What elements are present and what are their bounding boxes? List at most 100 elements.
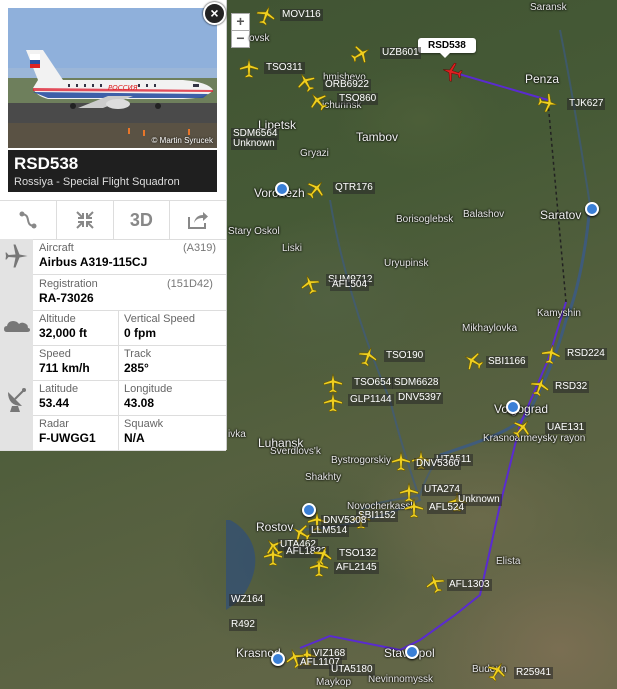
fullscreen-button[interactable]	[57, 201, 114, 239]
place-label: Tambov	[356, 130, 399, 144]
aircraft-marker-icon[interactable]	[511, 417, 533, 439]
aircraft-marker-icon[interactable]	[299, 273, 321, 295]
flight-label[interactable]: WZ164	[229, 594, 266, 606]
flight-label[interactable]: AFL2145	[334, 562, 379, 574]
place-label: Mikhaylovka	[462, 323, 518, 334]
squawk-value: N/A	[124, 431, 145, 445]
aircraft-marker-icon[interactable]	[403, 497, 425, 519]
aircraft-marker-icon[interactable]	[238, 57, 260, 79]
flight-label[interactable]: TSO190	[384, 350, 426, 362]
place-label: ivka	[228, 429, 246, 440]
3d-view-button[interactable]: 3D	[114, 201, 171, 239]
speed-label: Speed	[39, 348, 71, 360]
share-button[interactable]	[170, 201, 226, 239]
place-label: Borisoglebsk	[396, 214, 454, 225]
flight-label[interactable]: DNV5360	[414, 458, 462, 470]
aircraft-marker-icon[interactable]	[350, 43, 372, 65]
aircraft-row: Aircraft Airbus A319-115CJ (A319)	[0, 239, 226, 311]
place-label: Stary Oskol	[228, 226, 280, 237]
route-icon	[19, 211, 37, 229]
flight-label[interactable]: ORB6922	[323, 79, 371, 91]
place-label: Gryazi	[300, 148, 329, 159]
airport-pin[interactable]	[585, 202, 599, 216]
callsign: RSD538	[14, 154, 79, 173]
radar-dish-icon	[8, 388, 26, 412]
flight-label[interactable]: RSD32	[553, 381, 590, 393]
place-label: Elista	[496, 556, 521, 567]
airport-pin[interactable]	[275, 182, 289, 196]
flight-label[interactable]: UZB601	[380, 47, 421, 59]
aircraft-marker-icon[interactable]	[357, 345, 379, 367]
aircraft-marker-icon[interactable]	[540, 343, 562, 365]
squawk-label: Squawk	[124, 418, 164, 430]
aircraft-marker-icon[interactable]	[424, 572, 446, 594]
aircraft-marker-icon[interactable]	[486, 660, 508, 682]
airline-name: Rossiya - Special Flight Squadron	[14, 176, 180, 188]
longitude-value: 43.08	[124, 396, 155, 410]
flight-label[interactable]: QTR176	[333, 182, 375, 194]
route-button[interactable]	[0, 201, 57, 239]
flight-label[interactable]: TSO654	[352, 377, 394, 389]
registration-code: (151D42)	[167, 278, 213, 290]
aircraft-marker-icon[interactable]	[308, 556, 330, 578]
flight-label[interactable]: R25941	[514, 667, 554, 679]
aircraft-marker-icon[interactable]	[529, 375, 551, 397]
flight-label[interactable]: RSD224	[565, 348, 607, 360]
place-label: Sverdlovs'k	[270, 446, 321, 457]
flight-label[interactable]: UTA5180	[329, 664, 375, 676]
aircraft-marker-icon[interactable]	[305, 178, 327, 200]
latitude-value: 53.44	[39, 396, 70, 410]
aircraft-photo: POCCИЯ © Martin Syrucek	[8, 8, 217, 148]
flight-label[interactable]: Unknown	[231, 138, 277, 150]
flight-label[interactable]: UAE131	[545, 422, 587, 434]
aircraft-marker-icon[interactable]	[307, 90, 329, 112]
selected-plane-icon[interactable]	[441, 61, 463, 83]
longitude-label: Longitude	[124, 383, 173, 395]
place-label: Saratov	[540, 208, 582, 222]
3d-label: 3D	[129, 209, 153, 230]
flight-label[interactable]: LLM514	[309, 525, 350, 537]
flight-label[interactable]: DNV5397	[396, 392, 444, 404]
aircraft-marker-icon[interactable]	[255, 4, 277, 26]
flight-label[interactable]: AFL524	[427, 502, 467, 514]
aircraft-marker-icon[interactable]	[262, 545, 284, 567]
place-label: Maykop	[316, 677, 352, 688]
aircraft-marker-icon[interactable]	[322, 391, 344, 413]
zoom-out-button[interactable]: −	[231, 30, 250, 48]
radar-value: F-UWGG1	[39, 431, 96, 445]
flight-label[interactable]: TSO132	[337, 548, 379, 560]
flight-label[interactable]: TJK627	[567, 98, 606, 110]
airport-pin[interactable]	[271, 652, 285, 666]
place-label: Nevinnomyssk	[368, 674, 434, 685]
close-button[interactable]: ×	[203, 2, 226, 25]
place-label: Volgograd	[494, 402, 549, 416]
speed-row: Speed 711 km/h Track 285°	[0, 345, 226, 381]
flight-label[interactable]: SDM6628	[392, 377, 441, 389]
airport-pin[interactable]	[405, 645, 419, 659]
flight-label[interactable]: AFL504	[330, 279, 370, 291]
flight-label[interactable]: AFL1303	[447, 579, 492, 591]
aircraft-marker-icon[interactable]	[462, 350, 484, 372]
zoom-in-button[interactable]: +	[231, 13, 250, 31]
airport-pin[interactable]	[302, 503, 316, 517]
flight-label[interactable]: R492	[229, 619, 257, 631]
photo-credit: © Martin Syrucek	[151, 136, 213, 145]
aircraft-marker-icon[interactable]	[537, 92, 559, 114]
flight-title-bar: RSD538 Rossiya - Special Flight Squadron	[8, 150, 217, 192]
place-label: Bystrogorskiy	[331, 455, 392, 466]
selected-flight-callout[interactable]: RSD538	[418, 38, 476, 58]
vertical-speed-value: 0 fpm	[124, 326, 157, 340]
radar-label: Radar	[39, 418, 69, 430]
svg-text:POCCИЯ: POCCИЯ	[108, 84, 138, 92]
panel-toolbar: 3D	[0, 200, 226, 240]
cloud-icon	[4, 321, 30, 332]
altitude-label: Altitude	[39, 313, 76, 325]
radar-row: Radar F-UWGG1 Squawk N/A	[0, 415, 226, 451]
aircraft-marker-icon[interactable]	[390, 450, 412, 472]
speed-value: 711 km/h	[39, 361, 90, 375]
airport-pin[interactable]	[506, 400, 520, 414]
flight-label[interactable]: MOV116	[280, 9, 323, 21]
flight-label[interactable]: GLP1144	[348, 394, 394, 406]
flight-label[interactable]: TSO860	[337, 93, 379, 105]
flight-label[interactable]: SBI1166	[486, 356, 528, 368]
